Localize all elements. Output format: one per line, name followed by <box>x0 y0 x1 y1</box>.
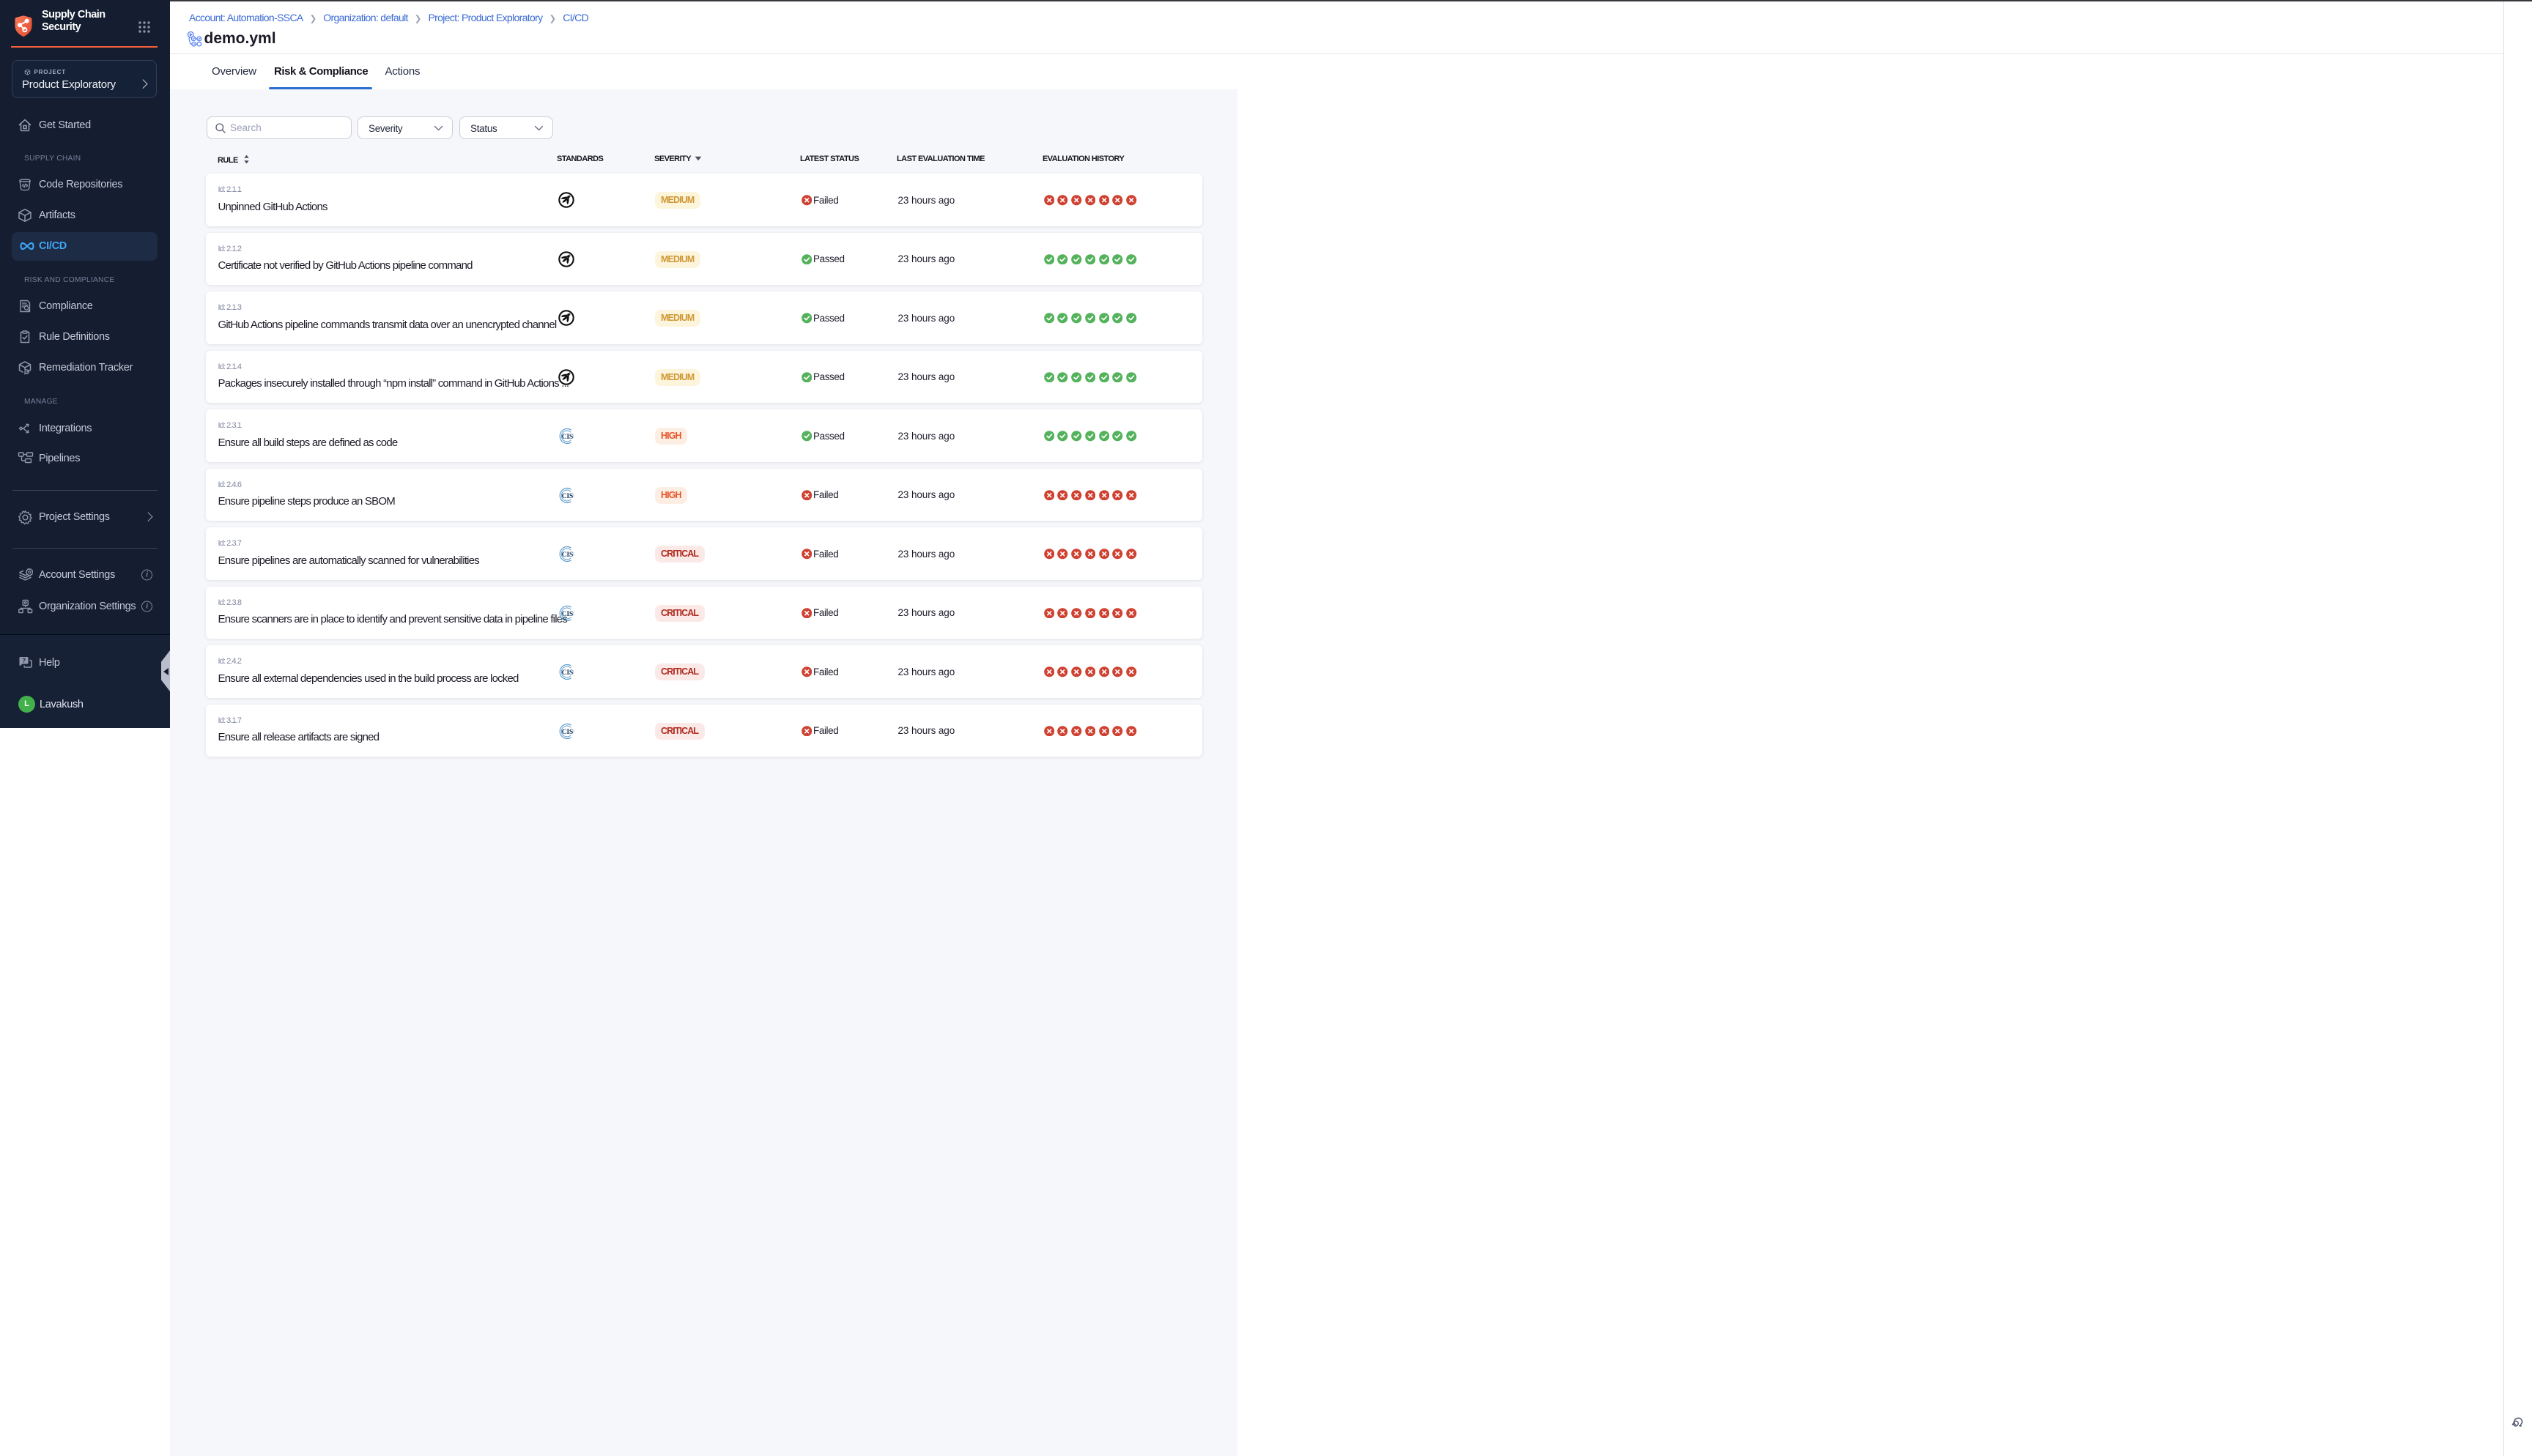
svg-text:CIS: CIS <box>562 727 574 735</box>
svg-text:CIS: CIS <box>562 551 574 559</box>
svg-text:CIS: CIS <box>562 669 574 677</box>
svg-text:CIS: CIS <box>562 433 574 441</box>
svg-text:?: ? <box>22 658 26 664</box>
svg-text:CIS: CIS <box>562 491 574 499</box>
svg-text:CIS: CIS <box>562 609 574 617</box>
